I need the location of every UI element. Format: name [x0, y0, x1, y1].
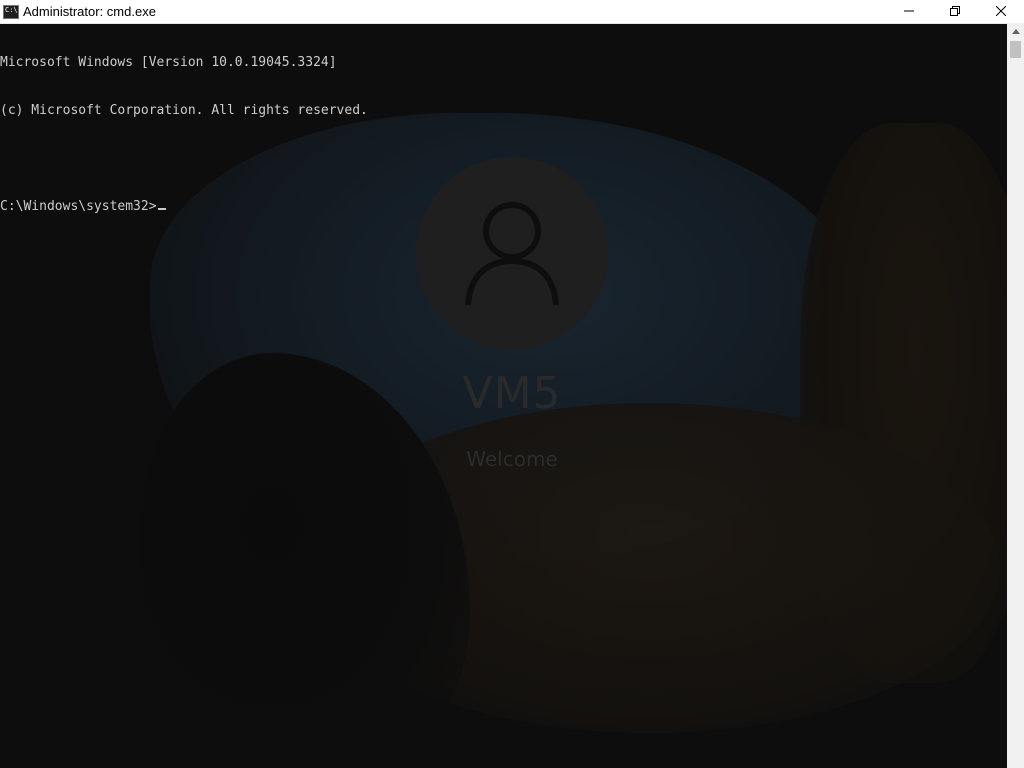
vertical-scrollbar[interactable] — [1007, 23, 1024, 768]
console-prompt-line[interactable]: C:\Windows\system32> — [0, 199, 1008, 215]
restore-icon — [950, 6, 960, 16]
window-title: Administrator: cmd.exe — [23, 4, 156, 19]
console-output[interactable]: Microsoft Windows [Version 10.0.19045.33… — [0, 23, 1008, 768]
scroll-up-button[interactable] — [1007, 23, 1024, 40]
console-line-copyright: (c) Microsoft Corporation. All rights re… — [0, 103, 368, 118]
cmd-app-icon[interactable]: C:\ — [3, 5, 19, 19]
cmd-app-icon-text: C:\ — [5, 6, 18, 14]
text-cursor — [157, 208, 166, 210]
minimize-button[interactable] — [886, 0, 932, 22]
close-icon — [996, 6, 1006, 16]
title-bar[interactable]: C:\ Administrator: cmd.exe — [0, 0, 1024, 24]
scroll-up-arrow-icon — [1011, 29, 1020, 34]
maximize-button[interactable] — [932, 0, 978, 22]
console-prompt: C:\Windows\system32> — [0, 199, 157, 214]
close-button[interactable] — [978, 0, 1024, 22]
console-line-version: Microsoft Windows [Version 10.0.19045.33… — [0, 55, 337, 70]
minimize-icon — [904, 10, 914, 12]
scrollbar-thumb[interactable] — [1010, 41, 1021, 58]
